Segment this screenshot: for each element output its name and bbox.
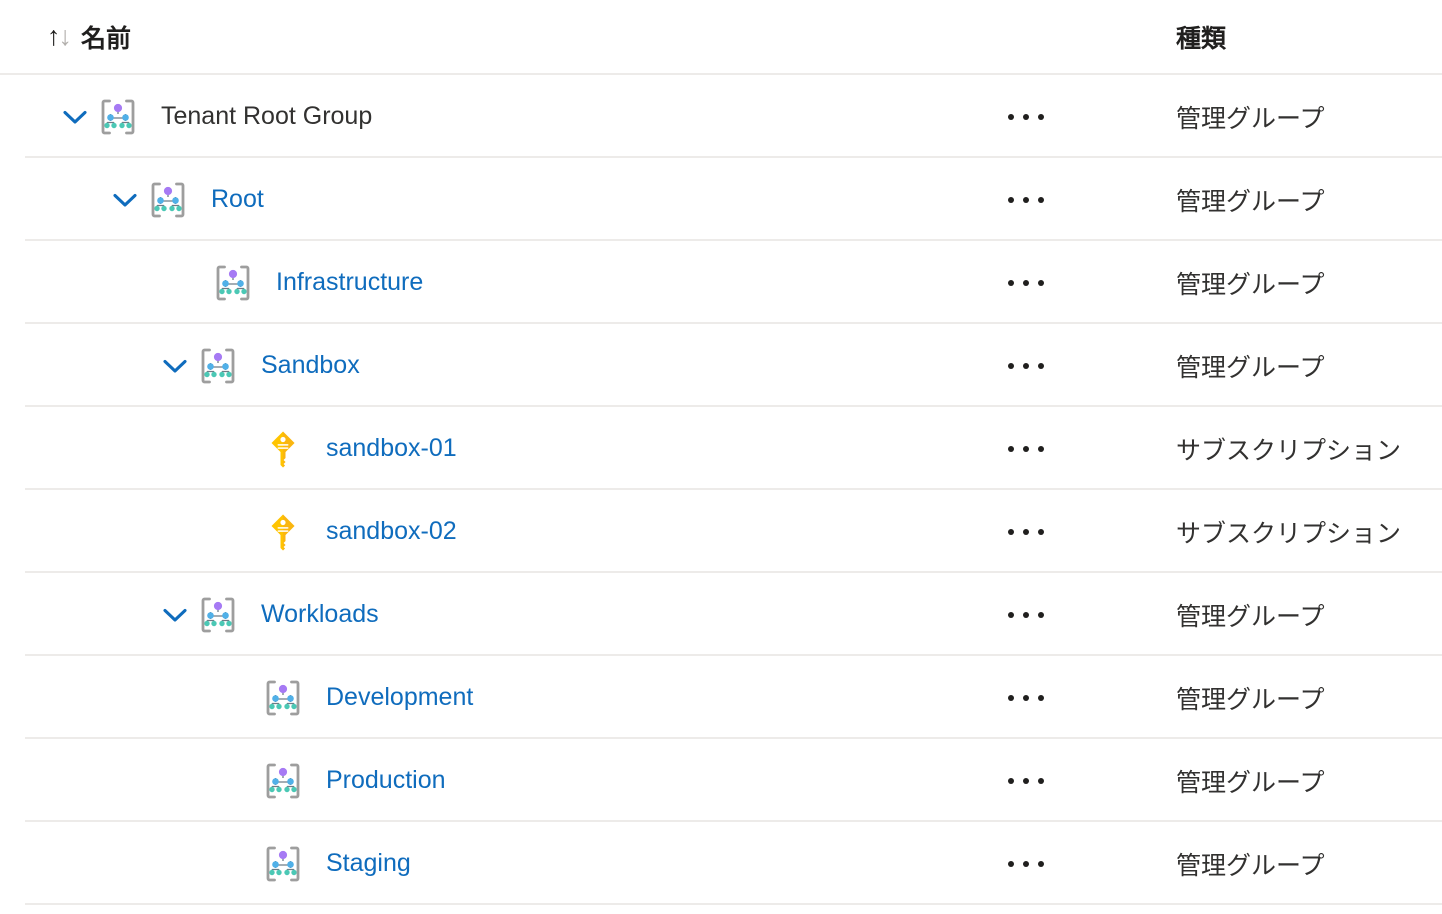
row-name-link[interactable]: Staging bbox=[326, 849, 411, 878]
ellipsis-icon bbox=[1008, 777, 1044, 784]
row-name-cell: Sandbox bbox=[155, 324, 360, 407]
row-name-link[interactable]: Development bbox=[326, 683, 473, 712]
ellipsis-icon bbox=[1008, 528, 1044, 535]
ellipsis-icon bbox=[1008, 113, 1044, 120]
row-more-actions-button[interactable] bbox=[1003, 822, 1049, 905]
row-type-cell: サブスクリプション bbox=[1176, 436, 1402, 465]
row-name-link[interactable]: Sandbox bbox=[261, 351, 360, 380]
chevron-down-icon[interactable] bbox=[155, 595, 195, 635]
management-group-icon bbox=[260, 675, 306, 721]
row-type-cell: 管理グループ bbox=[1176, 270, 1325, 299]
row-more-actions-button[interactable] bbox=[1003, 739, 1049, 822]
row-type-cell: 管理グループ bbox=[1176, 187, 1325, 216]
row-name-link[interactable]: Production bbox=[326, 766, 446, 795]
row-more-actions-button[interactable] bbox=[1003, 75, 1049, 158]
management-group-icon bbox=[95, 94, 141, 140]
row-more-actions-button[interactable] bbox=[1003, 573, 1049, 656]
grid-body: Tenant Root Group 管理グループ Root 管理グループ Infrast… bbox=[0, 75, 1442, 905]
subscription-key-icon bbox=[260, 426, 306, 472]
table-row[interactable]: Sandbox 管理グループ bbox=[0, 324, 1442, 407]
management-group-icon bbox=[145, 177, 191, 223]
row-name-link[interactable]: sandbox-02 bbox=[326, 517, 457, 546]
chevron-down-icon[interactable] bbox=[105, 180, 145, 220]
row-more-actions-button[interactable] bbox=[1003, 158, 1049, 241]
row-type-cell: サブスクリプション bbox=[1176, 519, 1402, 548]
row-type-cell: 管理グループ bbox=[1176, 353, 1325, 382]
row-name-cell: Development bbox=[260, 656, 473, 739]
table-row[interactable]: Development 管理グループ bbox=[0, 656, 1442, 739]
row-type-cell: 管理グループ bbox=[1176, 685, 1325, 714]
table-row[interactable]: sandbox-01 サブスクリプション bbox=[0, 407, 1442, 490]
management-group-hierarchy-grid: ↑ ↓ 名前 種類 Tenant Root Group 管理グループ Root 管理グ… bbox=[0, 0, 1442, 905]
row-name-link[interactable]: Root bbox=[211, 185, 264, 214]
table-row[interactable]: Infrastructure 管理グループ bbox=[0, 241, 1442, 324]
subscription-key-icon bbox=[260, 509, 306, 555]
ellipsis-icon bbox=[1008, 279, 1044, 286]
row-more-actions-button[interactable] bbox=[1003, 324, 1049, 407]
row-more-actions-button[interactable] bbox=[1003, 656, 1049, 739]
ellipsis-icon bbox=[1008, 694, 1044, 701]
column-header-type[interactable]: 種類 bbox=[1176, 0, 1226, 73]
management-group-icon bbox=[260, 758, 306, 804]
table-row[interactable]: Workloads 管理グループ bbox=[0, 573, 1442, 656]
column-header-name-label: 名前 bbox=[81, 24, 132, 53]
row-type-cell: 管理グループ bbox=[1176, 851, 1325, 880]
row-name-cell: Staging bbox=[260, 822, 411, 905]
sort-descending-icon: ↓ bbox=[58, 21, 72, 51]
row-name-cell: Root bbox=[105, 158, 264, 241]
chevron-down-icon[interactable] bbox=[55, 97, 95, 137]
row-more-actions-button[interactable] bbox=[1003, 490, 1049, 573]
ellipsis-icon bbox=[1008, 362, 1044, 369]
table-row[interactable]: Tenant Root Group 管理グループ bbox=[0, 75, 1442, 158]
row-type-cell: 管理グループ bbox=[1176, 104, 1325, 133]
grid-header-row: ↑ ↓ 名前 種類 bbox=[0, 0, 1442, 75]
row-name-cell: Infrastructure bbox=[210, 241, 423, 324]
row-type-cell: 管理グループ bbox=[1176, 768, 1325, 797]
management-group-icon bbox=[195, 343, 241, 389]
row-more-actions-button[interactable] bbox=[1003, 241, 1049, 324]
row-name-cell: Workloads bbox=[155, 573, 379, 656]
chevron-down-icon[interactable] bbox=[155, 346, 195, 386]
row-name-link[interactable]: Workloads bbox=[261, 600, 379, 629]
table-row[interactable]: Root 管理グループ bbox=[0, 158, 1442, 241]
row-type-cell: 管理グループ bbox=[1176, 602, 1325, 631]
table-row[interactable]: Staging 管理グループ bbox=[0, 822, 1442, 905]
ellipsis-icon bbox=[1008, 445, 1044, 452]
row-name-cell: Tenant Root Group bbox=[55, 75, 372, 158]
management-group-icon bbox=[260, 841, 306, 887]
management-group-icon bbox=[195, 592, 241, 638]
row-name-cell: Production bbox=[260, 739, 446, 822]
row-name-cell: sandbox-01 bbox=[260, 407, 457, 490]
ellipsis-icon bbox=[1008, 196, 1044, 203]
row-name-label: Tenant Root Group bbox=[161, 102, 373, 130]
row-name-link[interactable]: sandbox-01 bbox=[326, 434, 457, 463]
ellipsis-icon bbox=[1008, 860, 1044, 867]
sort-indicator[interactable]: ↑ ↓ bbox=[47, 21, 72, 51]
ellipsis-icon bbox=[1008, 611, 1044, 618]
row-more-actions-button[interactable] bbox=[1003, 407, 1049, 490]
management-group-icon bbox=[210, 260, 256, 306]
row-name-cell: sandbox-02 bbox=[260, 490, 457, 573]
row-name-link[interactable]: Infrastructure bbox=[276, 268, 423, 297]
column-header-name[interactable]: ↑ ↓ 名前 bbox=[47, 0, 131, 73]
table-row[interactable]: Production 管理グループ bbox=[0, 739, 1442, 822]
column-header-type-label: 種類 bbox=[1176, 24, 1227, 53]
table-row[interactable]: sandbox-02 サブスクリプション bbox=[0, 490, 1442, 573]
